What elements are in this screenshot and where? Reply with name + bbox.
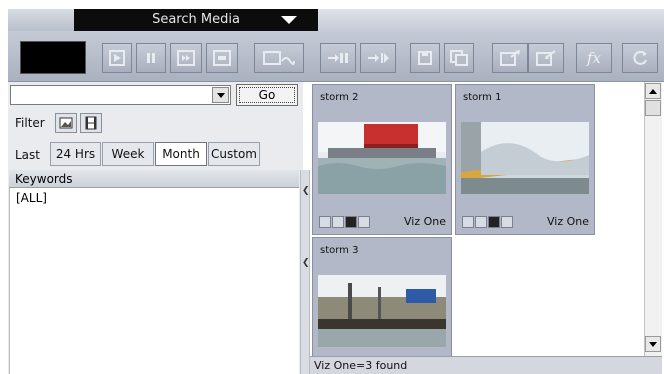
pause-icon [147, 53, 155, 63]
search-history-dropdown[interactable] [212, 87, 229, 103]
media-title: storm 2 [320, 92, 359, 103]
export-icon [536, 50, 556, 66]
append-icon [368, 53, 389, 63]
scroll-down-button[interactable] [645, 336, 661, 352]
save-all-button[interactable] [444, 43, 474, 73]
media-title: storm 3 [320, 245, 359, 256]
search-input[interactable] [11, 90, 14, 104]
video-type-icon [345, 216, 357, 228]
person-type-icon [358, 216, 370, 228]
keywords-header: Keywords [9, 170, 299, 188]
media-source: Viz One [403, 215, 446, 228]
chevron-down-icon [216, 92, 225, 98]
import-icon [500, 50, 520, 66]
media-thumbnail [318, 122, 446, 194]
append-button[interactable] [360, 43, 396, 73]
person-type-icon [501, 216, 513, 228]
timecode-display [20, 41, 86, 74]
range-week[interactable]: Week [102, 142, 154, 166]
window-title: Search Media [152, 12, 240, 27]
audio-type-icon [332, 216, 344, 228]
refresh-button[interactable] [622, 43, 658, 73]
search-combo[interactable] [10, 85, 231, 105]
save-all-icon [450, 50, 468, 66]
end-icon [213, 50, 231, 66]
image-type-icon [319, 216, 331, 228]
play-icon [109, 50, 125, 66]
panel-splitter[interactable]: ❮ ❮ [300, 170, 310, 374]
link-clip-button[interactable] [254, 43, 304, 73]
video-type-icon [488, 216, 500, 228]
scroll-up-button[interactable] [645, 83, 661, 99]
collapse-arrow-icon[interactable]: ❮ [302, 258, 310, 268]
range-month[interactable]: Month [155, 142, 207, 166]
media-thumbnail [461, 122, 589, 194]
caret-down-icon[interactable] [281, 16, 297, 24]
title-bar-left [8, 9, 74, 31]
collapse-arrow-icon[interactable]: ❮ [302, 186, 310, 196]
vertical-scrollbar[interactable] [644, 82, 662, 356]
insert-button[interactable] [320, 43, 356, 73]
image-type-icon [462, 216, 474, 228]
step-forward-icon [177, 50, 195, 66]
title-bar-right [318, 9, 664, 31]
go-button[interactable]: Go [236, 84, 298, 106]
media-card[interactable]: storm 1 Viz One [455, 84, 595, 235]
play-button[interactable] [102, 43, 132, 73]
link-clip-icon [263, 51, 295, 65]
video-filter-icon [85, 116, 97, 130]
image-filter-toggle[interactable] [55, 113, 77, 133]
audio-type-icon [475, 216, 487, 228]
pause-button[interactable] [136, 43, 166, 73]
save-button[interactable] [410, 43, 440, 73]
media-card[interactable]: storm 2 Viz One [312, 84, 452, 235]
media-title: storm 1 [463, 92, 502, 103]
media-type-icons [319, 216, 370, 228]
arrow-up-icon [649, 88, 657, 94]
range-custom[interactable]: Custom [208, 142, 260, 166]
focus-ring [239, 87, 295, 103]
end-button[interactable] [206, 43, 238, 73]
range-24hrs[interactable]: 24 Hrs [50, 142, 101, 166]
status-bar: Viz One=3 found [310, 356, 662, 374]
insert-icon [328, 53, 348, 63]
media-source: Viz One [546, 215, 589, 228]
filter-label: Filter [15, 116, 45, 130]
media-card[interactable]: storm 3 [312, 237, 452, 356]
refresh-icon [633, 50, 647, 65]
arrow-down-icon [649, 341, 657, 347]
scroll-thumb[interactable] [645, 100, 661, 116]
step-forward-button[interactable] [170, 43, 202, 73]
media-thumbnail [318, 275, 446, 347]
function-icon: fx [586, 49, 601, 67]
keywords-list [9, 188, 299, 374]
import-button[interactable] [492, 43, 528, 73]
video-filter-toggle[interactable] [80, 113, 102, 133]
result-count: Viz One=3 found [314, 359, 408, 372]
image-filter-icon [59, 117, 73, 129]
export-button[interactable] [528, 43, 564, 73]
last-label: Last [15, 148, 40, 162]
media-type-icons [462, 216, 513, 228]
keyword-item[interactable]: [ALL] [16, 191, 47, 205]
function-button[interactable]: fx [576, 43, 612, 73]
save-icon [418, 51, 432, 65]
